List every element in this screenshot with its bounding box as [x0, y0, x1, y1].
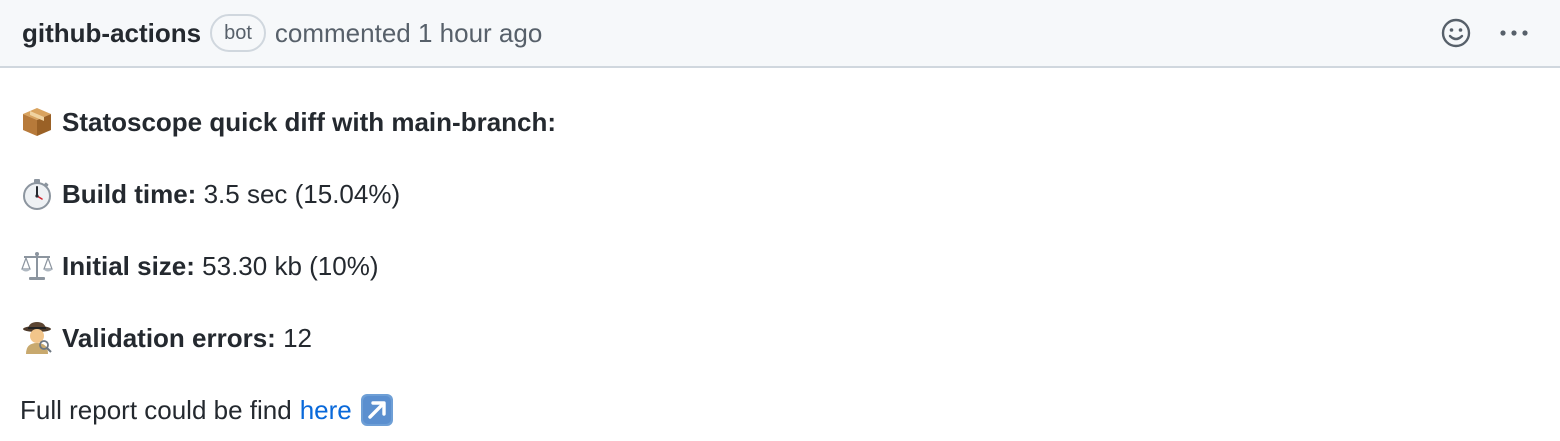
report-line: Full report could be find here — [20, 392, 1540, 428]
comment-timestamp[interactable]: 1 hour ago — [418, 18, 542, 48]
comment: github-actions bot commented 1 hour ago — [0, 0, 1560, 441]
author-link[interactable]: github-actions — [22, 18, 201, 49]
package-icon — [23, 108, 51, 136]
build-time-value: 3.5 sec (15.04%) — [203, 179, 401, 209]
build-time-line: Build time: 3.5 sec (15.04%) — [20, 176, 1540, 212]
build-time-label: Build time: — [62, 179, 197, 209]
initial-size-value: 53.30 kb (10%) — [202, 251, 379, 281]
heading-text: Statoscope quick diff with main-branch: — [62, 107, 557, 137]
initial-size-line: Initial size: 53.30 kb (10%) — [20, 248, 1540, 284]
report-link[interactable]: here — [300, 392, 352, 428]
comment-header: github-actions bot commented 1 hour ago — [0, 0, 1560, 68]
validation-errors-label: Validation errors: — [62, 323, 276, 353]
kebab-horizontal-icon — [1500, 30, 1528, 36]
smiley-icon — [1441, 18, 1471, 48]
initial-size-label: Initial size: — [62, 251, 195, 281]
header-actions — [1438, 15, 1532, 51]
balance-scale-icon — [21, 252, 53, 280]
validation-errors-value: 12 — [283, 323, 312, 353]
comment-action: commented — [274, 17, 411, 48]
comment-meta: commented 1 hour ago — [275, 18, 542, 49]
bot-badge[interactable]: bot — [210, 14, 266, 52]
comment-body: Statoscope quick diff with main-branch: … — [0, 68, 1560, 428]
comment-menu-button[interactable] — [1496, 15, 1532, 51]
heading-line: Statoscope quick diff with main-branch: — [20, 104, 1540, 140]
validation-errors-line: Validation errors: 12 — [20, 320, 1540, 356]
add-reaction-button[interactable] — [1438, 15, 1474, 51]
up-right-arrow-icon[interactable] — [360, 393, 394, 427]
stopwatch-icon — [23, 179, 51, 210]
detective-icon — [23, 322, 52, 354]
report-text: Full report could be find — [20, 395, 292, 425]
